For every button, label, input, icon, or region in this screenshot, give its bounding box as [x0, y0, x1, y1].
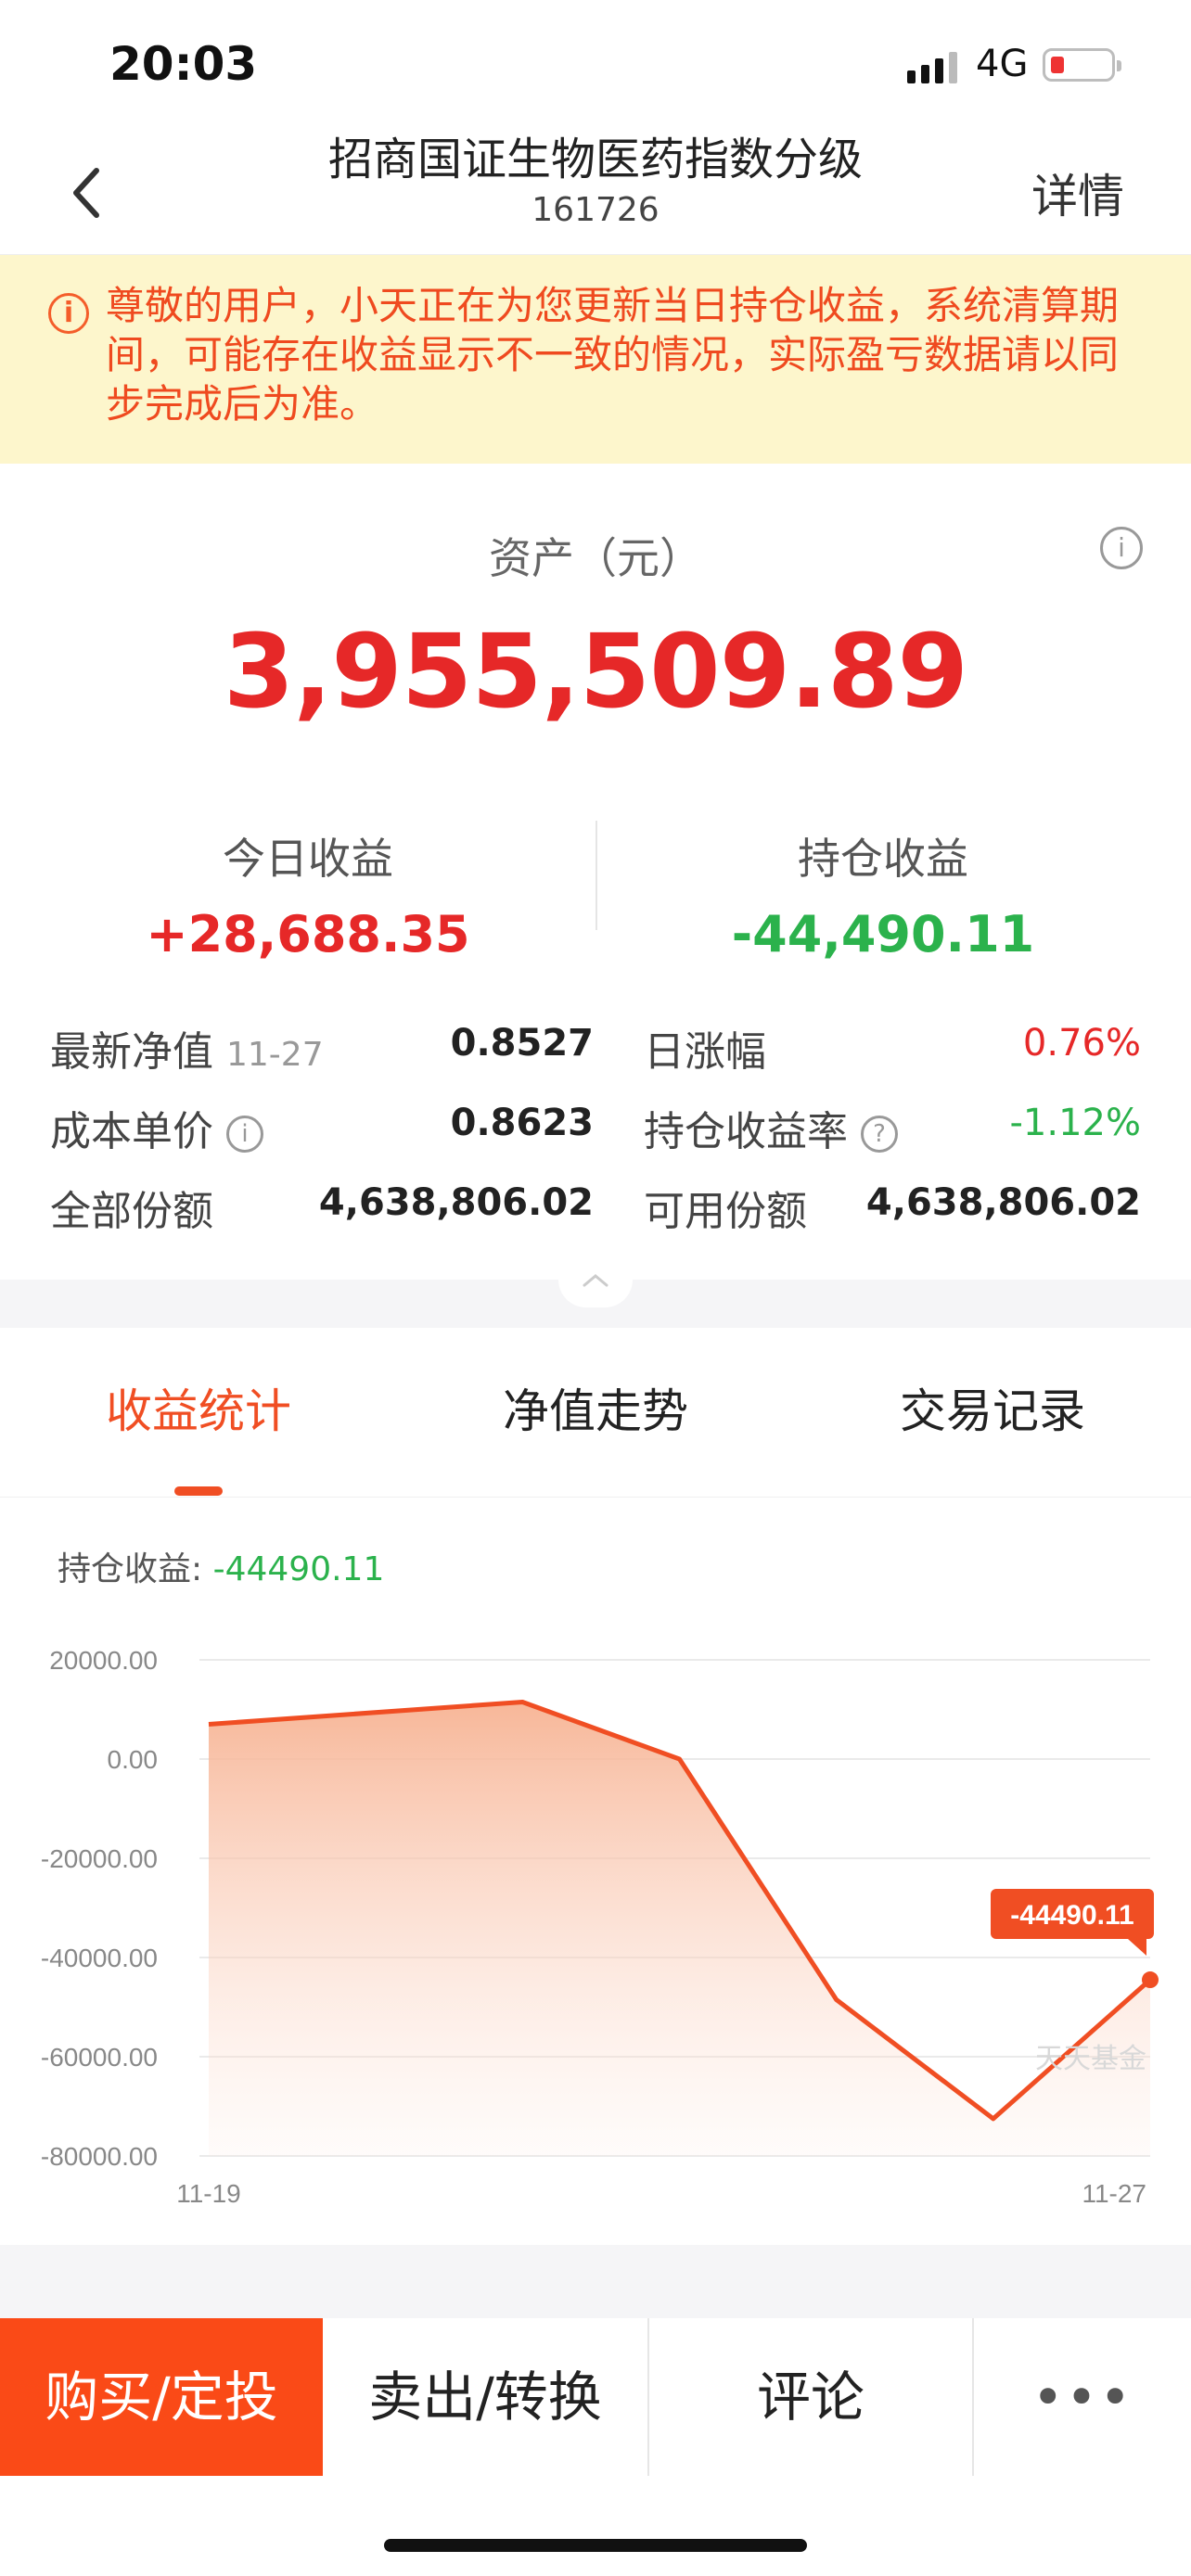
comment-button[interactable]: 评论 [649, 2318, 972, 2476]
nav-label: 最新净值 11-27 [50, 1028, 324, 1076]
collapse-toggle[interactable] [558, 1252, 633, 1307]
nav-date: 11-27 [226, 1036, 324, 1074]
holding-rate-label: 持仓收益率? [644, 1098, 898, 1157]
signal-icon [907, 52, 957, 83]
battery-icon [1043, 48, 1121, 82]
more-button[interactable]: ••• [974, 2318, 1191, 2476]
status-time: 20:03 [109, 37, 258, 91]
y-tick-label: -40000.00 [41, 1944, 158, 1972]
last-value-pointer [1128, 1939, 1146, 1957]
cost-label: 成本单价 i [50, 1098, 263, 1157]
y-tick-label: -20000.00 [41, 1844, 158, 1873]
chart-holding-label: 持仓收益: -44490.11 [58, 1550, 385, 1588]
notice-text: 尊敬的用户，小天正在为您更新当日持仓收益，系统清算期间，可能存在收益显示不一致的… [106, 283, 1120, 427]
chart-holding-value: -44490.11 [212, 1550, 385, 1588]
chart-watermark: 天天基金 [1035, 2044, 1146, 2074]
chevron-up-icon [583, 1274, 608, 1287]
available-label: 可用份额 [644, 1188, 807, 1235]
info-icon[interactable]: i [1100, 527, 1143, 569]
shares-value: 4,638,806.02 [318, 1181, 594, 1224]
x-tick-label: 11-27 [1082, 2179, 1146, 2208]
x-tick-label: 11-19 [176, 2179, 241, 2208]
chart-point [1142, 1971, 1159, 1989]
y-tick-label: -60000.00 [41, 2043, 158, 2072]
detail-button[interactable]: 详情 [1031, 159, 1124, 226]
tab-trade-records[interactable]: 交易记录 [794, 1374, 1191, 1441]
today-profit-value: +28,688.35 [146, 905, 470, 963]
shares-label: 全部份额 [50, 1188, 213, 1235]
nav-value: 0.8527 [450, 1022, 594, 1065]
holding-profit-label: 持仓收益 [798, 834, 968, 884]
tab-profit-stats[interactable]: 收益统计 [0, 1374, 397, 1441]
home-indicator [384, 2539, 807, 2552]
network-type: 4G [976, 43, 1029, 85]
last-value-label: -44490.11 [1010, 1900, 1133, 1931]
day-change-label: 日涨幅 [644, 1028, 766, 1076]
available-value: 4,638,806.02 [865, 1181, 1141, 1224]
y-tick-label: 20000.00 [49, 1646, 158, 1675]
holding-profit-value: -44,490.11 [731, 905, 1035, 963]
tab-indicator [174, 1486, 223, 1496]
info-icon: i [48, 293, 89, 334]
cost-value: 0.8623 [450, 1102, 594, 1144]
page-title: 招商国证生物医药指数分级 [327, 134, 863, 185]
asset-label: 资产（元） [489, 533, 702, 583]
tab-nav-trend[interactable]: 净值走势 [397, 1374, 794, 1441]
today-profit-label: 今日收益 [223, 834, 393, 884]
info-icon[interactable]: i [226, 1116, 263, 1153]
day-change-value: 0.76% [1022, 1022, 1141, 1065]
y-tick-label: 0.00 [108, 1745, 159, 1774]
y-tick-label: -80000.00 [41, 2142, 158, 2171]
buy-button[interactable]: 购买/定投 [0, 2318, 323, 2476]
sell-button[interactable]: 卖出/转换 [323, 2318, 647, 2476]
holding-rate-value: -1.12% [1009, 1102, 1141, 1144]
fund-code: 161726 [531, 191, 660, 229]
profit-chart: 20000.00 0.00 -20000.00 -40000.00 -60000.00 -… [41, 1646, 1159, 2208]
asset-value: 3,955,509.89 [223, 612, 968, 731]
